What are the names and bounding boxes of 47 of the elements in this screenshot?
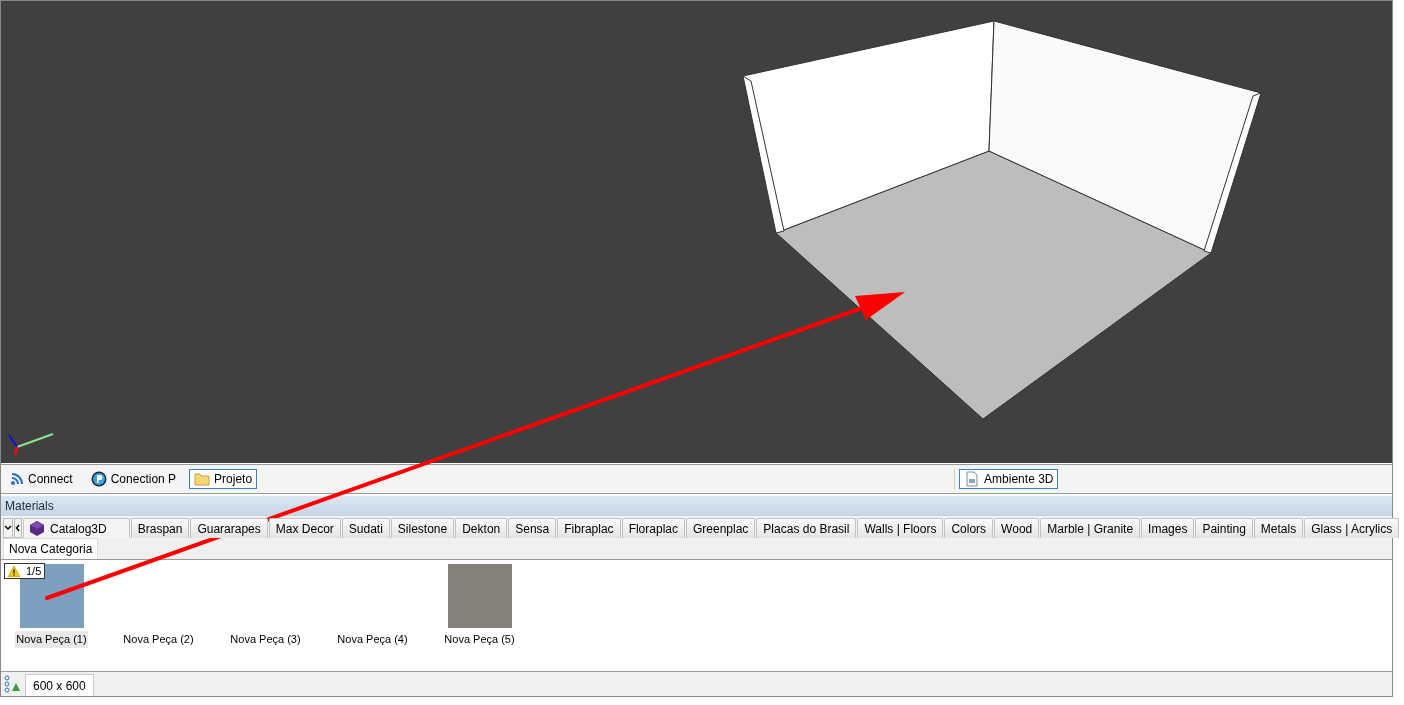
material-tab[interactable]: Catalog3D bbox=[23, 518, 130, 538]
size-tab[interactable]: 600 x 600 bbox=[25, 674, 94, 696]
item-label[interactable]: Nova Peça (5) bbox=[443, 631, 516, 648]
tree-arrow-icon[interactable] bbox=[4, 675, 22, 693]
material-tab[interactable]: Glass | Acrylics bbox=[1304, 518, 1400, 538]
material-tab[interactable]: Sensa bbox=[508, 518, 557, 538]
material-tab[interactable]: Placas do Brasil bbox=[756, 518, 857, 538]
material-tab[interactable]: Braspan bbox=[130, 518, 190, 538]
material-tab[interactable]: Colors bbox=[944, 518, 994, 538]
material-tab[interactable]: Metals bbox=[1253, 518, 1304, 538]
item-label[interactable]: Nova Peça (2) bbox=[122, 631, 195, 648]
document-icon bbox=[964, 471, 981, 487]
texture-thumbnail[interactable] bbox=[447, 564, 512, 628]
material-tab[interactable]: Max Decor bbox=[268, 518, 341, 538]
p-logo-icon bbox=[90, 471, 107, 487]
rss-feed-icon bbox=[10, 472, 24, 486]
toolbar-tab[interactable]: Ambiente 3D bbox=[959, 469, 1059, 489]
material-tab[interactable]: Painting bbox=[1195, 518, 1253, 538]
category-tab[interactable]: Nova Categoria bbox=[3, 538, 99, 559]
item-label[interactable]: Nova Peça (4) bbox=[336, 631, 409, 648]
chevron-left-icon bbox=[15, 524, 21, 532]
folder-icon bbox=[194, 472, 211, 486]
warning-badge: 1/5 bbox=[4, 563, 46, 579]
toolbar-tab[interactable]: Projeto bbox=[189, 469, 258, 489]
material-tab[interactable]: Images bbox=[1141, 518, 1195, 538]
item-label[interactable]: Nova Peça (1) bbox=[15, 631, 88, 648]
panel-title: Materials bbox=[5, 498, 54, 515]
material-tab[interactable]: Floraplac bbox=[621, 518, 685, 538]
toolbar-tab[interactable]: Connect bbox=[5, 469, 78, 489]
material-tab[interactable]: Dekton bbox=[455, 518, 508, 538]
item-label[interactable]: Nova Peça (3) bbox=[229, 631, 302, 648]
material-tab[interactable]: Guararapes bbox=[190, 518, 268, 538]
material-tab[interactable]: Silestone bbox=[390, 518, 455, 538]
axes-icon bbox=[7, 431, 55, 457]
3d-viewport[interactable] bbox=[1, 1, 1392, 463]
cube-icon bbox=[30, 521, 44, 536]
toolbar-tab[interactable]: Conection P bbox=[85, 469, 182, 489]
warning-icon bbox=[8, 565, 20, 577]
dropdown-button[interactable] bbox=[3, 518, 13, 538]
scroll-left-button[interactable] bbox=[14, 518, 22, 538]
material-tab[interactable]: Walls | Floors bbox=[857, 518, 944, 538]
material-tab[interactable]: Sudati bbox=[341, 518, 390, 538]
material-tab[interactable]: Wood bbox=[994, 518, 1040, 538]
material-tab[interactable]: Greenplac bbox=[686, 518, 756, 538]
chevron-down-icon bbox=[4, 525, 12, 531]
material-tab[interactable]: Fibraplac bbox=[557, 518, 621, 538]
material-tab[interactable]: Marble | Granite bbox=[1040, 518, 1141, 538]
